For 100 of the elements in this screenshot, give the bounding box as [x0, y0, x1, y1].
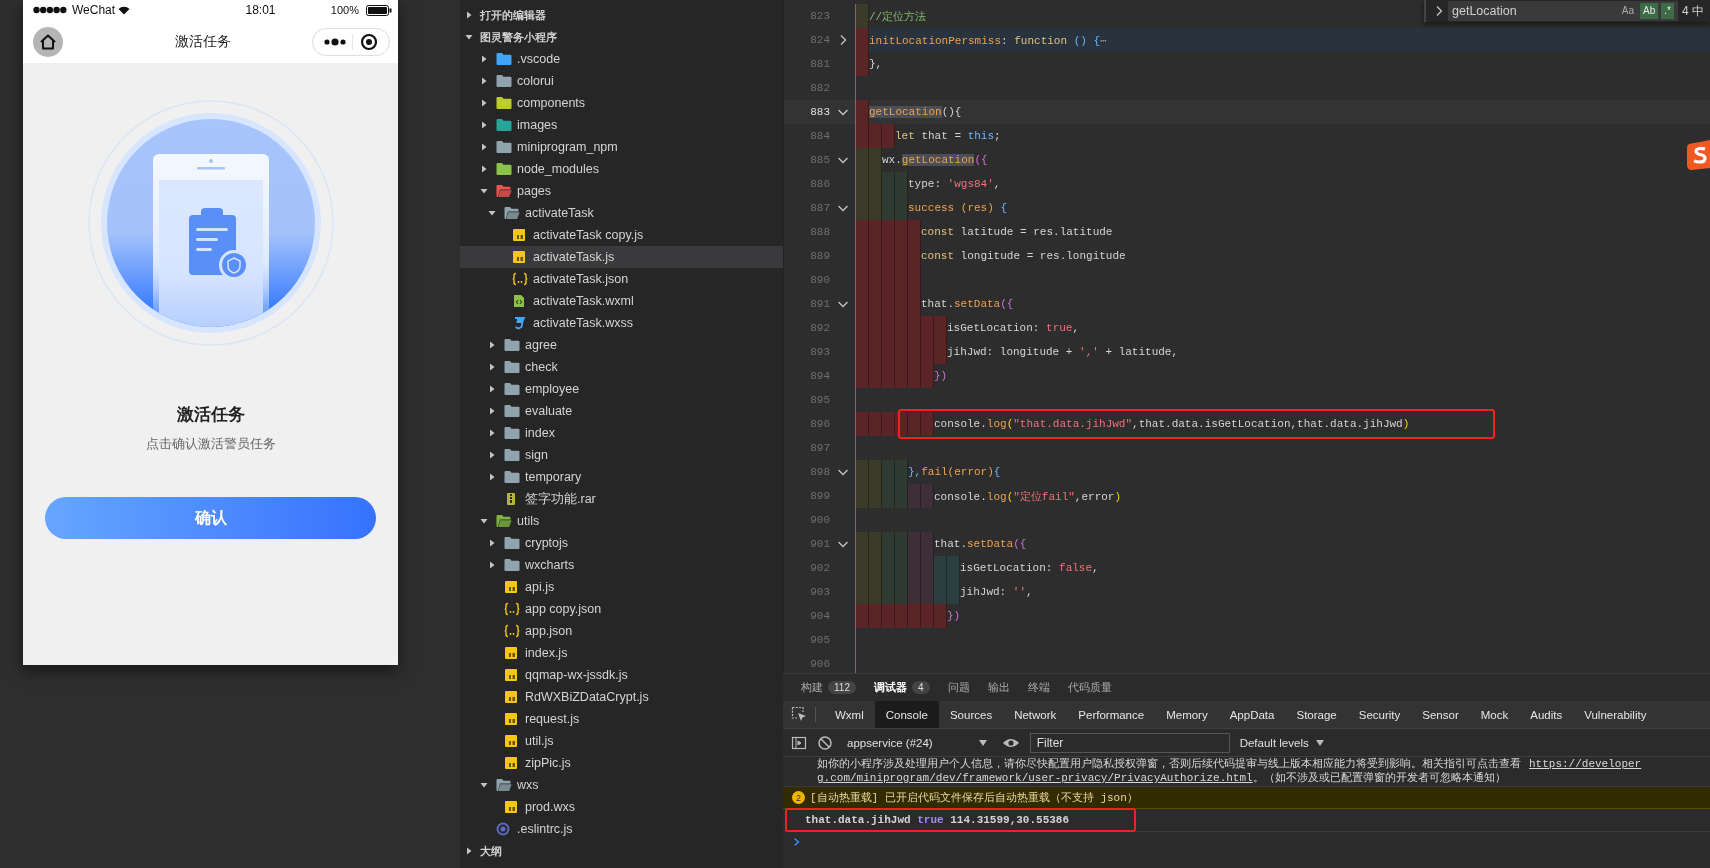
devtools-tab[interactable]: Storage [1285, 701, 1348, 728]
tree-item[interactable]: index [460, 422, 783, 444]
tree-item[interactable]: activateTask copy.js [460, 224, 783, 246]
chevron-icon[interactable] [1434, 5, 1444, 17]
tree-item[interactable]: check [460, 356, 783, 378]
tree-item[interactable]: wxcharts [460, 554, 783, 576]
open-folder-icon [496, 184, 512, 198]
sidebar-icon[interactable] [791, 734, 807, 751]
panel-tab[interactable]: 调试器 4 [873, 680, 930, 695]
tree-item[interactable]: wxs [460, 774, 783, 796]
toggle-button[interactable]: .* [1661, 3, 1674, 19]
folder-icon [504, 470, 520, 484]
tree-item[interactable]: sign [460, 444, 783, 466]
line-number: 890 [809, 274, 830, 286]
devtools-tab[interactable]: Network [1003, 701, 1068, 728]
devtools-tab[interactable]: Sources [938, 701, 1004, 728]
tree-item[interactable]: .eslintrc.js [460, 818, 783, 840]
folder-icon [496, 96, 512, 110]
toggle-button[interactable]: Aa [1618, 3, 1638, 19]
tree-item[interactable]: images [460, 114, 783, 136]
braces-icon [504, 602, 520, 616]
find-field[interactable]: getLocation Aa Ab .* [1448, 1, 1678, 21]
floating-icon[interactable] [1686, 140, 1710, 170]
tree-item[interactable]: node_modules [460, 158, 783, 180]
line-number: 892 [809, 322, 830, 334]
open-folder-icon [504, 206, 520, 220]
tree-item[interactable]: colorui [460, 70, 783, 92]
line-number: 881 [809, 58, 830, 70]
toggle-button[interactable]: Ab [1640, 3, 1659, 19]
folder-icon [504, 360, 520, 374]
file-icon [504, 690, 518, 704]
panel-tab[interactable]: 终端 [1027, 680, 1050, 695]
tree-item[interactable]: request.js [460, 708, 783, 730]
tree-item[interactable]: activateTask [460, 202, 783, 224]
tree-item[interactable]: util.js [460, 730, 783, 752]
devtools-tab[interactable]: Sensor [1411, 701, 1470, 728]
tree-item[interactable]: cryptojs [460, 532, 783, 554]
devtools-tab[interactable]: Console [874, 701, 939, 728]
line-number: 889 [809, 250, 830, 262]
context-select[interactable]: appservice (#24) [843, 736, 992, 749]
open-folder-icon [496, 514, 512, 528]
panel-tab[interactable]: 构建 112 [801, 680, 856, 695]
code-line: isGetLocation: false, [960, 562, 1099, 574]
clear-icon[interactable] [817, 734, 833, 751]
console-link[interactable]: https://developer [1529, 758, 1642, 770]
tree-item[interactable]: prod.wxs [460, 796, 783, 818]
panel-tab[interactable]: 代码质量 [1067, 680, 1112, 695]
devtools-tab[interactable]: Audits [1519, 701, 1574, 728]
tree-item[interactable]: pages [460, 180, 783, 202]
folder-icon [504, 382, 520, 396]
inspect-icon[interactable] [791, 706, 807, 722]
tree-item[interactable]: api.js [460, 576, 783, 598]
devtools-tab[interactable]: AppData [1218, 701, 1286, 728]
tree-item[interactable]: zipPic.js [460, 752, 783, 774]
close-icon[interactable] [359, 32, 378, 51]
tree-item[interactable]: utils [460, 510, 783, 532]
section-header[interactable]: 图灵警务小程序 [460, 26, 783, 48]
levels-dropdown[interactable]: Default levels [1239, 736, 1325, 749]
tree-item[interactable]: activateTask.js [460, 246, 783, 268]
page-subtitle: 点击确认激活警员任务 [145, 435, 276, 453]
devtools-tab[interactable]: Performance [1067, 701, 1156, 728]
code-file-icon [512, 294, 526, 308]
tree-item[interactable]: RdWXBiZDataCrypt.js [460, 686, 783, 708]
tree-item[interactable]: activateTask.wxss [460, 312, 783, 334]
tree-item[interactable]: .vscode [460, 48, 783, 70]
line-number: 893 [809, 346, 830, 358]
warning-count-badge: 2 [792, 791, 805, 804]
tree-item[interactable]: activateTask.json [460, 268, 783, 290]
code-line: jihJwd: longitude + ',' + latitude, [947, 346, 1179, 358]
tree-item[interactable]: 签字功能.rar [460, 488, 783, 510]
tree-item[interactable]: evaluate [460, 400, 783, 422]
tree-item[interactable]: temporary [460, 466, 783, 488]
tree-item[interactable]: components [460, 92, 783, 114]
home-icon [39, 32, 57, 51]
tree-item[interactable]: index.js [460, 642, 783, 664]
home-button[interactable] [33, 26, 63, 57]
tree-item[interactable]: app copy.json [460, 598, 783, 620]
tree-item[interactable]: agree [460, 334, 783, 356]
tree-item[interactable]: app.json [460, 620, 783, 642]
tree-item[interactable]: miniprogram_npm [460, 136, 783, 158]
tree-item[interactable]: activateTask.wxml [460, 290, 783, 312]
panel-tab[interactable]: 输出 [987, 680, 1010, 695]
line-number: 899 [809, 490, 830, 502]
devtools-tab[interactable]: Security [1347, 701, 1412, 728]
panel-tab[interactable]: 问题 [947, 680, 970, 695]
more-icon[interactable] [324, 37, 347, 46]
capsule-menu[interactable] [312, 27, 390, 56]
section-header[interactable]: 打开的编辑器 [460, 4, 783, 26]
devtools-tab[interactable]: Memory [1155, 701, 1219, 728]
console-link[interactable]: g.com/miniprogram/dev/framework/user-privacy/PrivacyAuthorize.html [817, 772, 1253, 784]
devtools-tab[interactable]: Wxml [824, 701, 875, 728]
section-header[interactable]: 大纲 [460, 840, 783, 862]
devtools-tab[interactable]: Vulnerability [1573, 701, 1658, 728]
tree-item[interactable]: employee [460, 378, 783, 400]
filter-field[interactable]: Filter [1029, 732, 1230, 753]
line-number: 896 [809, 418, 830, 430]
tree-item[interactable]: qqmap-wx-jssdk.js [460, 664, 783, 686]
devtools-tab[interactable]: Mock [1469, 701, 1520, 728]
folder-icon [504, 404, 520, 418]
code-line: }) [947, 610, 961, 622]
